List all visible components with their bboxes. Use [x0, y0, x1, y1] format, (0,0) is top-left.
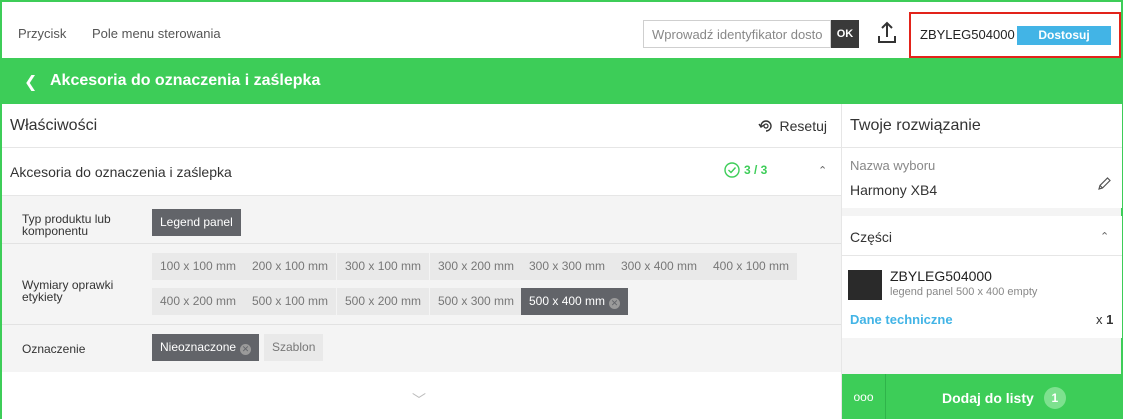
option-300x400[interactable]: 300 x 400 mm [613, 253, 706, 280]
row-label-marking: Oznaczenie [22, 342, 86, 356]
top-bar: Przycisk Pole menu sterowania OK ZBYLEG5… [2, 2, 1121, 58]
more-options-button[interactable]: ooo [842, 374, 886, 419]
section-title: Akcesoria do oznaczenia i zaślepka [10, 164, 232, 180]
row-label-dimensions: Wymiary oprawki etykiety [22, 278, 114, 304]
product-id-input[interactable] [643, 20, 831, 48]
solution-title: Twoje rozwiązanie [850, 117, 981, 134]
selection-name-box: Nazwa wyboru Harmony XB4 [842, 148, 1122, 208]
option-szablon[interactable]: Szablon [264, 334, 324, 361]
add-to-list-bar: ooo Dodaj do listy 1 [842, 374, 1122, 419]
option-300x200[interactable]: 300 x 200 mm [430, 253, 523, 280]
option-300x300[interactable]: 300 x 300 mm [521, 253, 614, 280]
customize-button[interactable]: Dostosuj [1017, 26, 1111, 45]
check-circle-icon [724, 162, 740, 178]
qty-prefix: x [1096, 312, 1103, 327]
section-count: 3 / 3 [724, 162, 767, 178]
option-200x100[interactable]: 200 x 100 mm [244, 253, 337, 280]
section-count-text: 3 / 3 [744, 163, 768, 177]
selection-name-value: Harmony XB4 [850, 182, 938, 198]
part-item: ZBYLEG504000 legend panel 500 x 400 empt… [842, 256, 1122, 338]
properties-panel: Właściwości Resetuj Akcesoria do oznacze… [2, 104, 841, 419]
button-link[interactable]: Przycisk [18, 26, 66, 41]
option-500x200[interactable]: 500 x 200 mm [337, 288, 430, 315]
row-divider [2, 324, 841, 325]
part-sku: ZBYLEG504000 [890, 268, 992, 284]
list-count-badge: 1 [1043, 387, 1066, 409]
properties-header: Właściwości Resetuj [2, 104, 841, 148]
current-sku: ZBYLEG504000 [920, 27, 1015, 42]
ok-button[interactable]: OK [831, 20, 859, 48]
page-title: Akcesoria do oznaczenia i zaślepka [50, 72, 321, 89]
chevron-left-icon[interactable]: ❮ [24, 72, 37, 92]
reset-icon [757, 120, 772, 132]
option-legend-panel[interactable]: Legend panel [152, 209, 241, 236]
qty-value: 1 [1106, 312, 1114, 327]
solution-header: Twoje rozwiązanie [842, 104, 1122, 148]
options-area: Typ produktu lub komponentu Legend panel… [2, 196, 841, 372]
option-500x300[interactable]: 500 x 300 mm [430, 288, 523, 315]
parts-title: Części [850, 229, 893, 245]
option-label: Legend panel [160, 215, 233, 229]
solution-panel: Twoje rozwiązanie Nazwa wyboru Harmony X… [841, 104, 1122, 419]
chevron-up-icon[interactable]: ⌃ [1100, 230, 1109, 243]
option-100x100[interactable]: 100 x 100 mm [152, 253, 245, 280]
clear-icon[interactable]: ✕ [609, 298, 621, 309]
accessory-section-header[interactable]: Akcesoria do oznaczenia i zaślepka 3 / 3… [2, 148, 841, 196]
properties-title: Właściwości [10, 117, 98, 134]
technical-data-link[interactable]: Dane techniczne [850, 312, 953, 327]
option-300x100[interactable]: 300 x 100 mm [337, 253, 430, 280]
add-to-list-button[interactable]: Dodaj do listy 1 [942, 387, 1066, 409]
clear-icon[interactable]: ✕ [240, 344, 252, 355]
reset-button[interactable]: Resetuj [757, 118, 827, 134]
row-divider [2, 243, 841, 244]
option-label: 500 x 400 mm [529, 294, 606, 308]
option-400x100[interactable]: 400 x 100 mm [705, 253, 798, 280]
option-400x200[interactable]: 400 x 200 mm [152, 288, 245, 315]
menu-field-link[interactable]: Pole menu sterowania [92, 26, 221, 41]
part-thumbnail [848, 270, 882, 300]
selection-name-label: Nazwa wyboru [850, 158, 936, 173]
pencil-icon[interactable] [1096, 176, 1112, 192]
chevron-double-down-icon[interactable]: ﹀ [412, 390, 426, 410]
add-to-list-label: Dodaj do listy [942, 390, 1034, 406]
option-label: Nieoznaczone [160, 340, 237, 354]
row-label-product-type: Typ produktu lub komponentu [22, 212, 111, 238]
reset-label: Resetuj [779, 118, 827, 134]
upload-icon[interactable] [876, 20, 898, 46]
part-quantity: x 1 [1096, 312, 1113, 327]
chevron-up-icon[interactable]: ⌃ [818, 164, 827, 177]
section-header-bar: ❮ Akcesoria do oznaczenia i zaślepka [2, 58, 1121, 104]
parts-header[interactable]: Części ⌃ [842, 216, 1122, 256]
option-500x400[interactable]: 500 x 400 mm ✕ [521, 288, 629, 315]
option-500x100[interactable]: 500 x 100 mm [244, 288, 337, 315]
option-nieoznaczone[interactable]: Nieoznaczone ✕ [152, 334, 260, 361]
part-description: legend panel 500 x 400 empty [890, 286, 1038, 298]
